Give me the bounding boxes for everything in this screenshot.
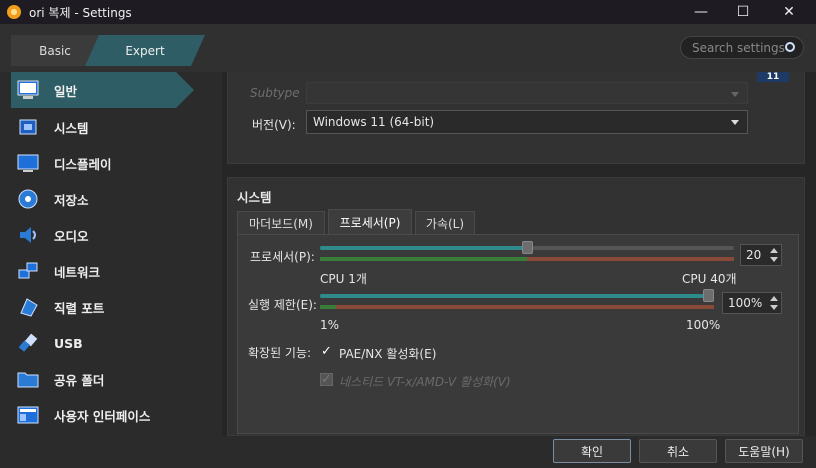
- processor-slider-handle[interactable]: [522, 241, 533, 254]
- scale-overcommit-segment: [527, 257, 734, 261]
- processor-slider-fill: [320, 246, 527, 250]
- window-title: ori 복제 - Settings: [29, 5, 132, 20]
- processor-min-label: CPU 1개: [320, 272, 367, 286]
- pae-nx-checkbox[interactable]: ✓: [320, 344, 333, 359]
- spin-arrows-icon[interactable]: [769, 295, 779, 311]
- execution-cap-label: 실행 제한(E):: [248, 298, 317, 312]
- settings-content: Subtype 버전(V): Windows 11 (64-bit) 11 시스…: [222, 72, 816, 436]
- sidebar-item-label: 공유 폴더: [54, 372, 105, 388]
- execution-cap-slider-fill: [320, 294, 714, 298]
- tab-motherboard[interactable]: 마더보드(M): [237, 211, 325, 234]
- processor-panel: 프로세서(P): 20 CPU 1개 CPU 40개 실행 제한(E): 100…: [237, 234, 799, 434]
- basic-mode-button[interactable]: Basic: [11, 35, 99, 66]
- dialog-button-bar: 확인 취소 도움말(H): [0, 436, 816, 468]
- sidebar-item-label: 저장소: [54, 192, 89, 208]
- version-value: Windows 11 (64-bit): [313, 115, 435, 129]
- chip-icon: [17, 117, 39, 137]
- virtualbox-app-icon: [7, 5, 21, 19]
- scale-recommended-segment: [320, 305, 336, 309]
- sidebar-item-label: 디스플레이: [54, 156, 112, 172]
- sidebar-item-label: 시스템: [54, 120, 89, 136]
- processor-count-slider[interactable]: [320, 241, 734, 254]
- execution-cap-spinbox[interactable]: 100%: [722, 292, 782, 314]
- sidebar-item-network[interactable]: 네트워크: [11, 253, 221, 289]
- ok-button[interactable]: 확인: [553, 439, 631, 463]
- sidebar-item-label: 오디오: [54, 228, 89, 244]
- search-icon[interactable]: [785, 42, 795, 52]
- execution-cap-min-label: 1%: [320, 318, 340, 332]
- sidebar-item-system[interactable]: 시스템: [11, 109, 221, 145]
- cancel-button[interactable]: 취소: [639, 439, 717, 463]
- sidebar-item-label: 일반: [54, 83, 78, 99]
- tab-processor[interactable]: 프로세서(P): [328, 209, 412, 234]
- settings-top-bar: Basic Expert Search settings: [0, 24, 816, 72]
- expert-mode-button[interactable]: Expert: [85, 35, 205, 66]
- speaker-icon: [17, 225, 39, 245]
- sidebar-item-audio[interactable]: 오디오: [11, 217, 221, 253]
- processor-count-spinbox[interactable]: 20: [740, 244, 782, 266]
- sidebar-item-shared-folders[interactable]: 공유 폴더: [11, 361, 221, 397]
- network-icon: [17, 261, 39, 281]
- sidebar-item-serial-port[interactable]: 직렬 포트: [11, 289, 221, 325]
- help-button[interactable]: 도움말(H): [725, 439, 803, 463]
- settings-sidebar: 일반 시스템 디스플레이 저장소 오디오 네트워크 직렬 포트 USB 공유 폴…: [0, 72, 222, 468]
- sidebar-item-general[interactable]: 일반: [11, 72, 194, 108]
- title-bar: ori 복제 - Settings — ☐ ✕: [0, 0, 816, 24]
- general-basic-group: Subtype 버전(V): Windows 11 (64-bit) 11: [227, 72, 805, 164]
- sidebar-item-label: 네트워크: [54, 264, 101, 280]
- nested-vtx-checkbox: ✓: [320, 372, 333, 387]
- scale-overcommit-segment: [336, 305, 714, 309]
- execution-cap-max-label: 100%: [686, 318, 721, 332]
- processor-max-label: CPU 40개: [682, 272, 737, 286]
- system-group: 시스템 마더보드(M) 프로세서(P) 가속(L) 프로세서(P): 20 CP…: [227, 177, 805, 436]
- system-group-title: 시스템: [237, 190, 272, 205]
- sidebar-item-label: USB: [54, 335, 83, 351]
- version-select[interactable]: Windows 11 (64-bit): [306, 110, 748, 134]
- mode-switch: Basic Expert: [11, 35, 194, 66]
- search-input[interactable]: Search settings: [680, 36, 804, 59]
- close-button[interactable]: ✕: [766, 0, 812, 24]
- monitor-icon: [17, 80, 39, 100]
- display-icon: [17, 153, 39, 173]
- subtype-label: Subtype: [250, 86, 300, 100]
- sidebar-item-storage[interactable]: 저장소: [11, 181, 221, 217]
- execution-cap-value: 100%: [728, 296, 763, 310]
- execution-cap-slider-handle[interactable]: [703, 289, 714, 302]
- processor-count-label: 프로세서(P):: [250, 250, 315, 264]
- chevron-down-icon: [731, 120, 739, 125]
- maximize-button[interactable]: ☐: [720, 0, 766, 24]
- processor-count-value: 20: [746, 248, 762, 262]
- execution-cap-slider[interactable]: [320, 289, 714, 302]
- version-label: 버전(V):: [252, 118, 296, 132]
- serial-port-icon: [17, 297, 39, 317]
- sidebar-item-usb[interactable]: USB: [11, 325, 221, 361]
- sidebar-item-label: 사용자 인터페이스: [54, 408, 151, 424]
- spin-arrows-icon[interactable]: [769, 247, 779, 263]
- disk-icon: [17, 189, 39, 209]
- os-type-icon: 11: [757, 72, 789, 82]
- sidebar-item-label: 직렬 포트: [54, 300, 105, 316]
- ui-icon: [17, 405, 39, 425]
- sidebar-item-user-interface[interactable]: 사용자 인터페이스: [11, 397, 221, 433]
- subtype-select: [306, 82, 748, 104]
- sidebar-item-display[interactable]: 디스플레이: [11, 145, 221, 181]
- extended-features-label: 확장된 기능:: [248, 346, 312, 360]
- minimize-button[interactable]: —: [678, 0, 724, 24]
- processor-slider-scale: [320, 257, 734, 261]
- folder-icon: [17, 369, 39, 389]
- search-placeholder: Search settings: [692, 40, 785, 55]
- tab-acceleration[interactable]: 가속(L): [415, 211, 475, 234]
- pae-nx-label[interactable]: PAE/NX 활성화(E): [339, 345, 436, 362]
- usb-icon: [17, 333, 39, 353]
- scale-recommended-segment: [320, 257, 527, 261]
- nested-vtx-label: 네스티드 VT-x/AMD-V 활성화(V): [339, 375, 511, 389]
- execution-cap-slider-scale: [320, 305, 714, 309]
